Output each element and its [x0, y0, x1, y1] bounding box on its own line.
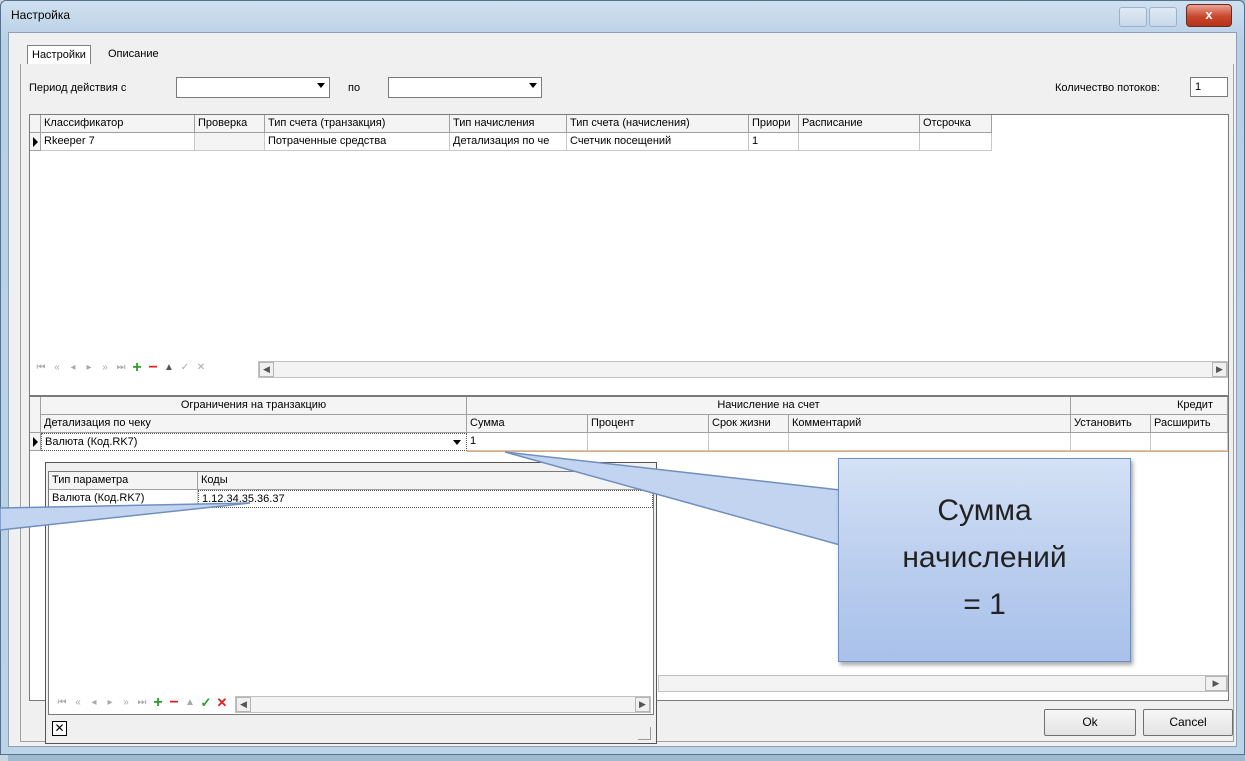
- callout-pointer: [504, 451, 841, 546]
- callout-line: начислений: [902, 541, 1067, 574]
- callout-text: Сумма начислений = 1: [839, 487, 1130, 628]
- callout-box: Сумма начислений = 1: [838, 458, 1131, 662]
- callout-pointer-left: [0, 502, 251, 531]
- callout-line: Сумма: [937, 494, 1032, 527]
- callout-line: = 1: [963, 588, 1006, 621]
